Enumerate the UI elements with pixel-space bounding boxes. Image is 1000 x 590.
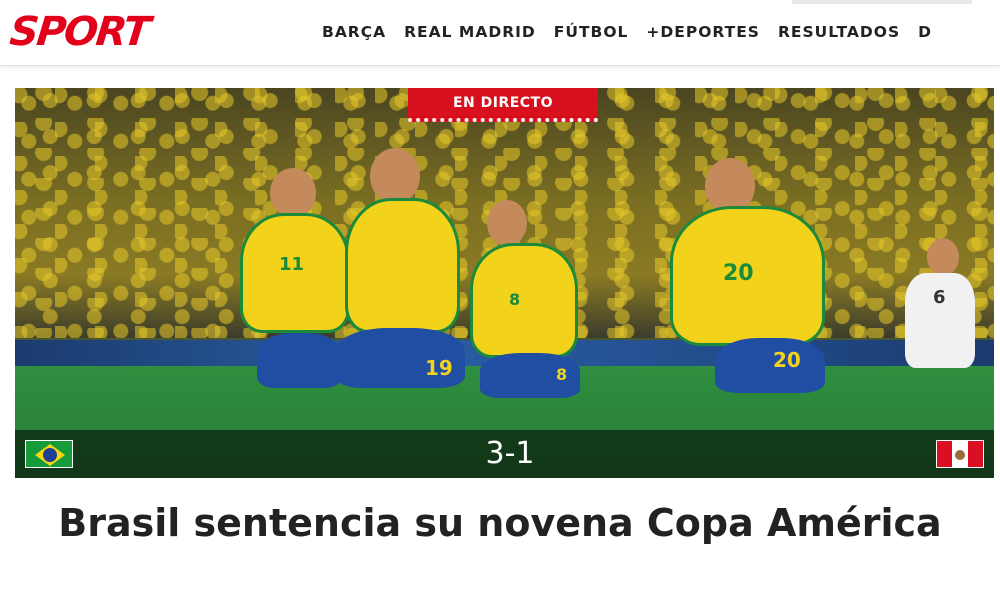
player-head bbox=[270, 168, 316, 218]
hero-image[interactable]: 11 19 8 8 20 20 6 EN DIRECTO 3-1 bbox=[15, 88, 994, 478]
jersey-number: 20 bbox=[723, 261, 754, 286]
live-badge[interactable]: EN DIRECTO bbox=[408, 88, 598, 122]
jersey-number: 8 bbox=[556, 365, 568, 384]
top-strip bbox=[792, 0, 972, 4]
player-shorts: 8 bbox=[480, 353, 580, 398]
jersey-number: 6 bbox=[933, 287, 946, 308]
match-score: 3-1 bbox=[485, 436, 535, 471]
player-shorts: 20 bbox=[715, 338, 825, 393]
brazil-flag-icon bbox=[25, 440, 73, 468]
player-shirt bbox=[345, 198, 460, 333]
player-shirt: 8 bbox=[470, 243, 578, 358]
opponent-head bbox=[927, 238, 959, 276]
opponent-shirt: 6 bbox=[905, 273, 975, 368]
jersey-number: 20 bbox=[773, 348, 801, 372]
jersey-number: 19 bbox=[425, 356, 453, 380]
jersey-number: 8 bbox=[509, 290, 521, 309]
article-headline[interactable]: Brasil sentencia su novena Copa América bbox=[40, 500, 960, 546]
player-shirt: 11 bbox=[240, 213, 350, 333]
player-shorts: 19 bbox=[335, 328, 465, 388]
player-shirt: 20 bbox=[670, 206, 825, 346]
nav-item-real-madrid[interactable]: REAL MADRID bbox=[404, 20, 536, 44]
peru-flag-icon bbox=[936, 440, 984, 468]
player-head bbox=[370, 148, 420, 204]
site-header: SPORT BARÇA REAL MADRID FÚTBOL +DEPORTES… bbox=[0, 0, 1000, 66]
player-shorts bbox=[257, 333, 342, 388]
score-bar: 3-1 bbox=[15, 430, 994, 478]
nav-item-deportes[interactable]: +DEPORTES bbox=[646, 20, 760, 44]
main-nav: BARÇA REAL MADRID FÚTBOL +DEPORTES RESUL… bbox=[322, 20, 932, 44]
jersey-number: 11 bbox=[279, 254, 305, 275]
nav-item-futbol[interactable]: FÚTBOL bbox=[554, 20, 629, 44]
player-head bbox=[487, 200, 527, 246]
nav-item-barca[interactable]: BARÇA bbox=[322, 20, 386, 44]
sport-logo[interactable]: SPORT bbox=[7, 8, 151, 56]
nav-item-resultados[interactable]: RESULTADOS bbox=[778, 20, 900, 44]
nav-item-truncated[interactable]: D bbox=[918, 20, 932, 44]
